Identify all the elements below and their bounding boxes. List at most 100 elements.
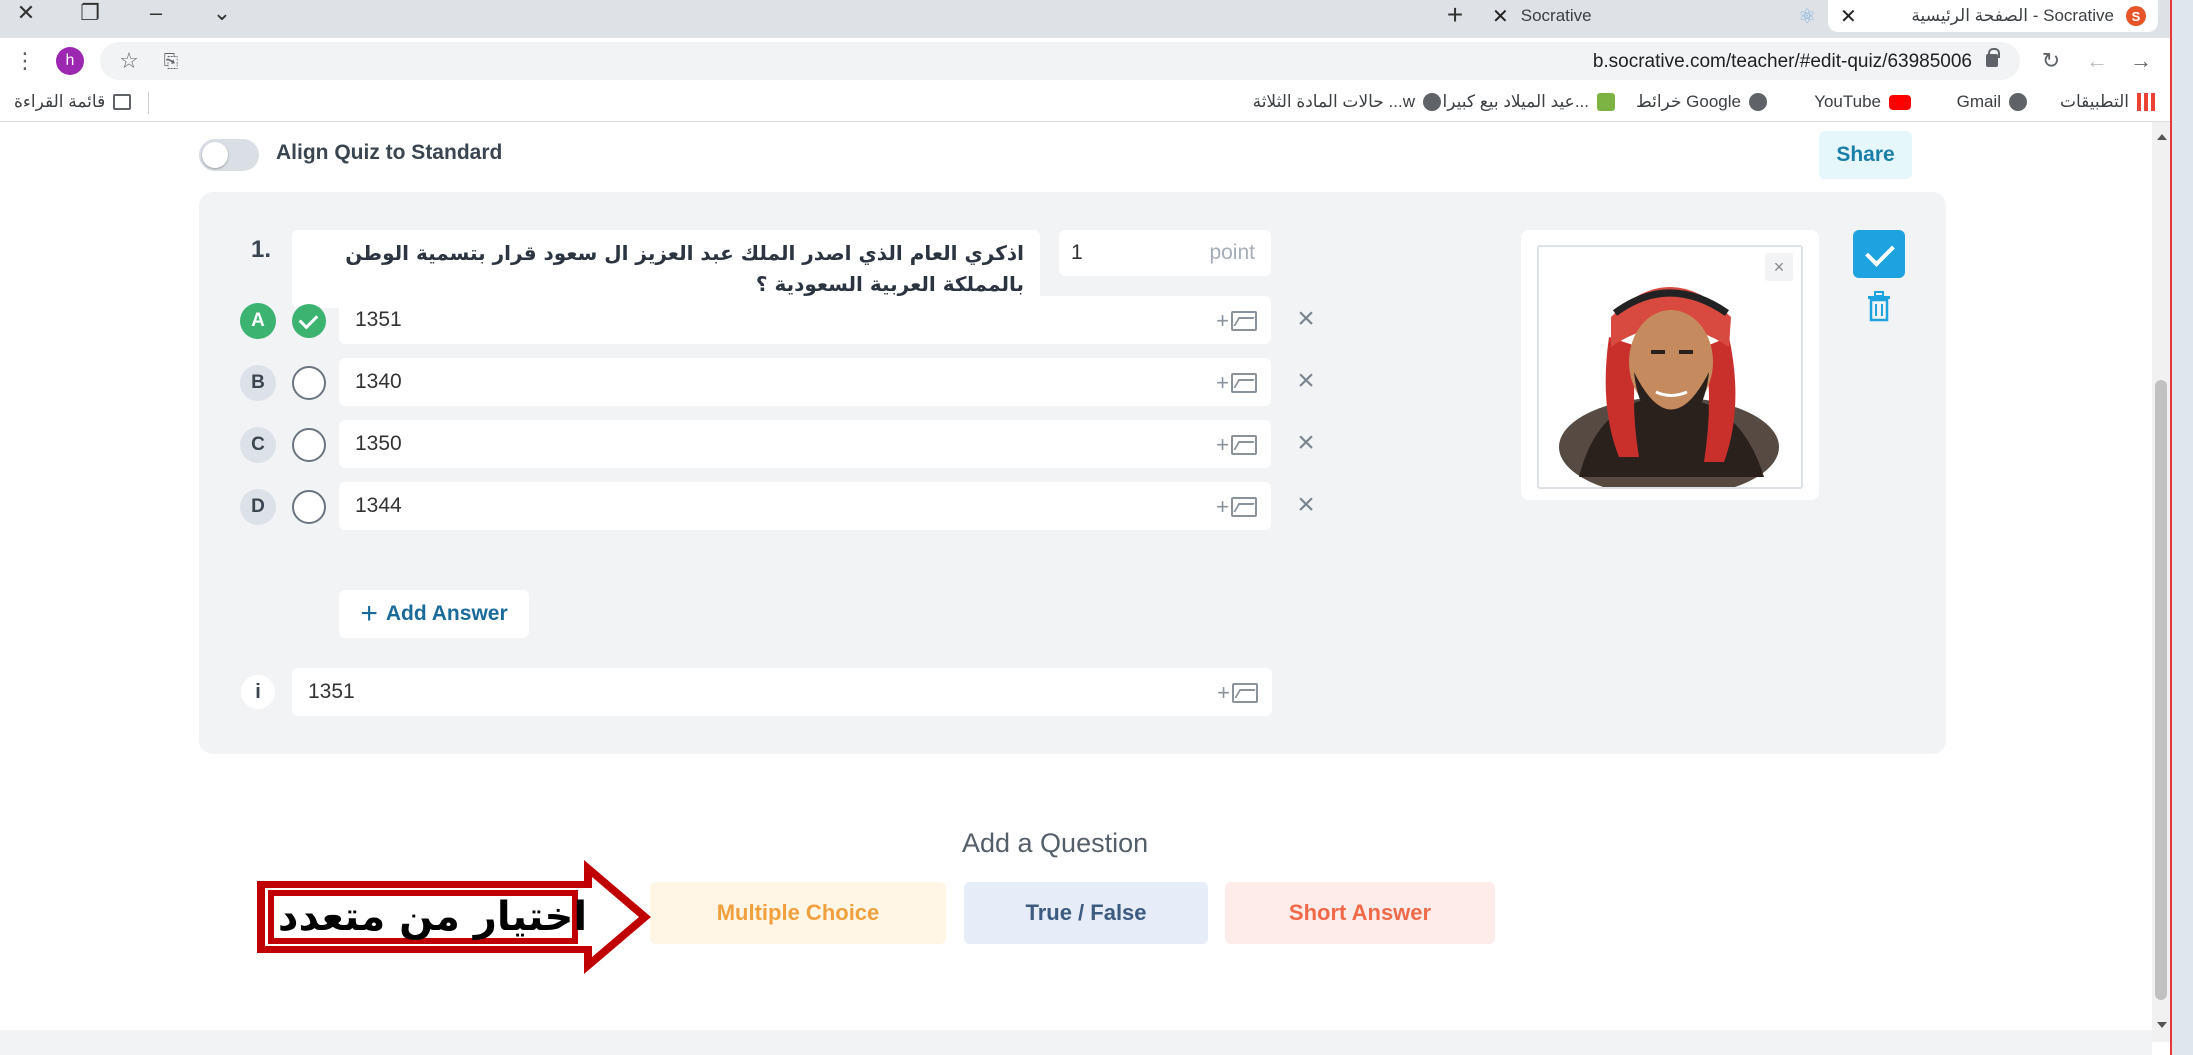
- annotation-callout: اختيار من متعدد: [251, 857, 657, 977]
- explanation-input[interactable]: 1351 +: [292, 668, 1272, 716]
- reload-icon[interactable]: ↻: [2034, 44, 2068, 78]
- explanation-info-icon: i: [241, 675, 275, 709]
- question-image: ×: [1537, 245, 1803, 489]
- avatar[interactable]: h: [56, 47, 84, 75]
- minimize-window-icon[interactable]: –: [130, 0, 182, 26]
- bookmark-states-of-matter[interactable]: حالات المادة الثلاثة ...w: [1253, 92, 1441, 112]
- tab-socrative-home[interactable]: ✕ الصفحة الرئيسية - Socrative S: [1828, 0, 2158, 32]
- answer-row: C 1350 + ×: [199, 420, 1349, 468]
- image-icon: [1232, 683, 1258, 703]
- answer-letter: B: [240, 365, 276, 401]
- forward-icon[interactable]: →: [2124, 44, 2158, 78]
- close-icon[interactable]: ✕: [1840, 4, 1857, 29]
- globe-icon: [1749, 93, 1767, 111]
- align-standard-label: Align Quiz to Standard: [276, 141, 503, 164]
- address-bar[interactable]: ☆ ⎘ b.socrative.com/teacher/#edit-quiz/6…: [100, 42, 2020, 80]
- youtube-icon: [1889, 94, 1911, 110]
- remove-image-button[interactable]: ×: [1765, 253, 1793, 281]
- question-number: 1.: [251, 236, 272, 263]
- bookmarks-bar: التطبيقات Gmail YouTube خرائط Google عيد…: [0, 84, 2193, 122]
- close-window-icon[interactable]: ✕: [0, 0, 52, 26]
- url-text[interactable]: b.socrative.com/teacher/#edit-quiz/63985…: [1593, 51, 1972, 73]
- scroll-thumb[interactable]: [2155, 380, 2167, 1000]
- bookmark-green-icon: [1597, 93, 1615, 111]
- add-image-button[interactable]: +: [1216, 432, 1257, 458]
- tab-search-icon[interactable]: ⌄: [196, 0, 248, 26]
- answer-value: 1340: [355, 370, 402, 393]
- answer-letter: C: [240, 427, 276, 463]
- add-image-button[interactable]: +: [1216, 308, 1257, 334]
- answer-row: B 1340 + ×: [199, 358, 1349, 406]
- scroll-down-icon[interactable]: [2157, 1022, 2167, 1028]
- globe-icon: [2009, 93, 2027, 111]
- divider: [148, 92, 149, 114]
- new-tab-button[interactable]: +: [1436, 0, 1474, 30]
- remove-answer-icon[interactable]: ×: [1289, 364, 1323, 398]
- back-icon[interactable]: ←: [2080, 44, 2114, 78]
- apps-icon: [2137, 93, 2155, 111]
- share-button[interactable]: Share: [1819, 131, 1912, 179]
- answer-row: D 1344 + ×: [199, 482, 1349, 530]
- page-footer-strip: [0, 1030, 2152, 1055]
- screen-edge: [2170, 0, 2193, 1055]
- add-image-button[interactable]: +: [1217, 680, 1258, 706]
- remove-answer-icon[interactable]: ×: [1289, 488, 1323, 522]
- answer-input[interactable]: 1351 +: [339, 296, 1271, 344]
- tab-title: Socrative: [1520, 6, 1592, 25]
- bookmark-gmail[interactable]: Gmail: [1957, 92, 2027, 112]
- answer-value: 1351: [355, 308, 402, 331]
- reading-list-icon: [113, 94, 132, 110]
- remove-answer-icon[interactable]: ×: [1289, 426, 1323, 460]
- answer-value: 1350: [355, 432, 402, 455]
- question-image-container: ×: [1521, 230, 1819, 500]
- bookmark-youtube[interactable]: YouTube: [1814, 92, 1911, 112]
- answer-input[interactable]: 1350 +: [339, 420, 1271, 468]
- points-input[interactable]: 1 point: [1059, 230, 1271, 276]
- callout-text: اختيار من متعدد: [277, 894, 588, 940]
- answer-input[interactable]: 1344 +: [339, 482, 1271, 530]
- globe-icon: [1423, 93, 1441, 111]
- remove-answer-icon[interactable]: ×: [1289, 302, 1323, 336]
- star-icon[interactable]: ☆: [112, 44, 146, 78]
- answer-input[interactable]: 1340 +: [339, 358, 1271, 406]
- multiple-choice-button[interactable]: Multiple Choice: [650, 882, 946, 944]
- add-answer-button[interactable]: + Add Answer: [339, 590, 529, 638]
- trash-icon[interactable]: [1865, 290, 1893, 322]
- save-question-button[interactable]: [1853, 230, 1905, 278]
- correct-answer-checkbox[interactable]: [292, 366, 326, 400]
- correct-answer-checkbox[interactable]: [292, 428, 326, 462]
- add-image-button[interactable]: +: [1216, 494, 1257, 520]
- browser-tab-strip: ✕ ❐ – ⌄ + ✕ Socrative ⚛ ✕ الصفحة الرئيسي…: [0, 0, 2193, 38]
- short-answer-button[interactable]: Short Answer: [1225, 882, 1495, 944]
- add-answer-label: Add Answer: [385, 602, 508, 625]
- restore-window-icon[interactable]: ❐: [64, 0, 116, 26]
- question-card: 1. اذكري العام الذي اصدر الملك عبد العزي…: [199, 192, 1946, 754]
- lock-icon[interactable]: [1986, 48, 2000, 67]
- image-icon: [1231, 435, 1257, 455]
- scroll-up-icon[interactable]: [2157, 134, 2167, 140]
- correct-answer-checkbox[interactable]: [292, 304, 326, 338]
- align-standard-toggle[interactable]: [199, 139, 259, 171]
- add-question-title: Add a Question: [962, 828, 1149, 858]
- points-value: 1: [1071, 241, 1083, 264]
- tab-title: الصفحة الرئيسية - Socrative: [1911, 6, 2114, 25]
- menu-icon[interactable]: ⋮: [8, 44, 42, 78]
- bookmark-apps[interactable]: التطبيقات: [2060, 92, 2155, 112]
- true-false-button[interactable]: True / False: [964, 882, 1208, 944]
- share-page-icon[interactable]: ⎘: [154, 44, 188, 78]
- image-icon: [1231, 311, 1257, 331]
- answer-value: 1344: [355, 494, 402, 517]
- tab-socrative[interactable]: ✕ Socrative ⚛: [1480, 0, 1830, 32]
- answer-row: A 1351 + ×: [199, 296, 1349, 344]
- close-icon[interactable]: ✕: [1492, 4, 1509, 29]
- correct-answer-checkbox[interactable]: [292, 490, 326, 524]
- add-image-button[interactable]: +: [1216, 370, 1257, 396]
- reading-list[interactable]: قائمة القراءة: [14, 92, 132, 112]
- image-icon: [1231, 497, 1257, 517]
- points-unit: point: [1209, 241, 1255, 264]
- bookmark-christmas[interactable]: عيد الميلاد بيع كبيرا...: [1443, 92, 1615, 112]
- answer-letter: A: [240, 303, 276, 339]
- socrative-favicon: S: [2126, 6, 2146, 26]
- page-scrollbar[interactable]: [2152, 122, 2170, 1042]
- bookmark-google-maps[interactable]: خرائط Google: [1636, 92, 1767, 112]
